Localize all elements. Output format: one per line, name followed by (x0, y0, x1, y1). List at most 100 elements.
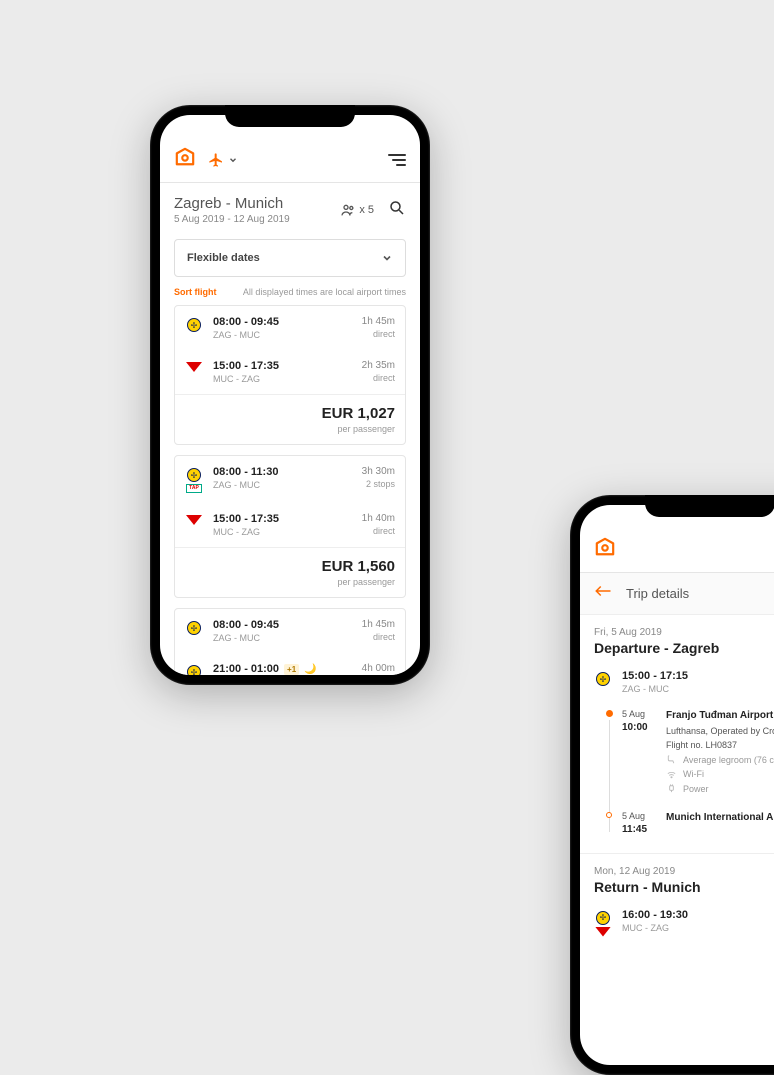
operator: Lufthansa, Operated by Croatia Ai (666, 724, 774, 738)
return-title: Return - Munich (594, 879, 774, 895)
app-bar (580, 527, 774, 573)
flight-leg: ✢ 08:00 - 09:45 ZAG - MUC 1h 45m direct (175, 609, 405, 653)
price-row: EUR 1,027 per passenger (175, 394, 405, 444)
airplane-icon (208, 152, 224, 168)
leg-stops: direct (362, 526, 395, 536)
return-date: Mon, 12 Aug 2019 (594, 866, 774, 877)
amenity-power: Power (666, 782, 774, 796)
leg-route: ZAG - MUC (622, 684, 774, 694)
lufthansa-icon: ✢ (596, 672, 610, 686)
sort-row: Sort flight All displayed times are loca… (160, 287, 420, 305)
chevron-down-icon (228, 155, 238, 165)
flight-result-card[interactable]: ✢ 08:00 - 09:45 ZAG - MUC 1h 45m direct … (174, 608, 406, 675)
airport-name: Franjo Tuđman Airport Zagre (666, 708, 774, 724)
menu-icon[interactable] (388, 154, 406, 166)
timeline-end-dot-icon (606, 812, 612, 818)
amenity-wifi: Wi-Fi (666, 767, 774, 781)
divider (580, 853, 774, 854)
leg-route: ZAG - MUC (213, 330, 352, 340)
date-range: 5 Aug 2019 - 12 Aug 2019 (174, 214, 326, 225)
swiss-icon (595, 927, 611, 937)
segment-date: 5 Aug (622, 810, 656, 823)
amenity-legroom: Average legroom (76 cm) (666, 753, 774, 767)
leg-route: MUC - ZAG (213, 527, 352, 537)
lufthansa-icon: ✢ (187, 665, 201, 675)
app-logo-icon[interactable] (174, 147, 196, 172)
price: EUR 1,027 (185, 405, 395, 422)
leg-stops: direct (362, 373, 395, 383)
page-header: Trip details (580, 573, 774, 615)
flexible-dates-dropdown[interactable]: Flexible dates (174, 239, 406, 277)
overnight-icon: 🌙 (304, 664, 316, 675)
price: EUR 1,560 (185, 558, 395, 575)
leg-stops: 2 stops (362, 479, 395, 489)
summary-leg[interactable]: ✢ 15:00 - 17:15 ZAG - MUC (594, 666, 774, 704)
results-list: ✢ 08:00 - 09:45 ZAG - MUC 1h 45m direct … (160, 305, 420, 675)
timeline-start-dot-icon (606, 710, 613, 717)
seat-icon (666, 754, 677, 765)
leg-duration: 2h 35m (362, 360, 395, 371)
flight-leg: ✢ TAP 08:00 - 11:30 ZAG - MUC 3h 30m 2 s… (175, 456, 405, 503)
search-icon[interactable] (388, 199, 406, 222)
leg-route: MUC - ZAG (213, 374, 352, 384)
segment-time: 10:00 (622, 721, 656, 735)
segment-date: 5 Aug (622, 708, 656, 721)
flight-result-card[interactable]: ✢ 08:00 - 09:45 ZAG - MUC 1h 45m direct … (174, 305, 406, 445)
leg-duration: 3h 30m (362, 466, 395, 477)
trip-details-body: Fri, 5 Aug 2019 Departure - Zagreb ✢ 15:… (580, 615, 774, 959)
leg-duration: 1h 45m (362, 316, 395, 327)
leg-duration: 4h 00m (362, 663, 395, 674)
flight-leg: 15:00 - 17:35 MUC - ZAG 1h 40m direct (175, 503, 405, 547)
power-icon (666, 783, 677, 794)
phone-notch (645, 495, 774, 517)
sort-flight-link[interactable]: Sort flight (174, 287, 217, 297)
swiss-icon (186, 362, 202, 372)
summary-leg[interactable]: ✢ 16:00 - 19:30 MUC - ZAG (594, 905, 774, 947)
flight-result-card[interactable]: ✢ TAP 08:00 - 11:30 ZAG - MUC 3h 30m 2 s… (174, 455, 406, 598)
screen: Zagreb - Munich 5 Aug 2019 - 12 Aug 2019… (160, 115, 420, 675)
local-times-note: All displayed times are local airport ti… (243, 287, 406, 297)
page-title: Trip details (626, 586, 774, 601)
flight-leg: 15:00 - 17:35 MUC - ZAG 2h 35m direct (175, 350, 405, 394)
price-row: EUR 1,560 per passenger (175, 547, 405, 597)
phone-trip-details: Trip details Fri, 5 Aug 2019 Departure -… (570, 495, 774, 1075)
back-arrow-icon[interactable] (594, 584, 612, 603)
swiss-icon (186, 515, 202, 525)
passenger-count-label: x 5 (359, 204, 374, 216)
leg-route: ZAG - MUC (213, 480, 352, 490)
tap-icon: TAP (186, 484, 202, 493)
passengers-icon (340, 202, 356, 218)
flight-leg: ✢ 21:00 - 01:00 +1 🌙 MUC - ZAG 4h 00m (175, 653, 405, 675)
app-logo-icon[interactable] (594, 537, 616, 562)
wifi-icon (666, 769, 677, 780)
leg-stops: direct (362, 329, 395, 339)
lufthansa-icon: ✢ (187, 468, 201, 482)
route-title: Zagreb - Munich (174, 195, 326, 212)
passenger-count[interactable]: x 5 (340, 202, 374, 218)
day-offset-badge: +1 (284, 664, 299, 675)
airport-name: Munich International Airport, (666, 810, 774, 826)
app-bar (160, 137, 420, 183)
flight-timeline: 5 Aug 10:00 Franjo Tuđman Airport Zagre … (594, 704, 774, 841)
lufthansa-icon: ✢ (596, 911, 610, 925)
leg-times: 08:00 - 09:45 (213, 316, 352, 328)
leg-times: 08:00 - 09:45 (213, 619, 352, 631)
price-sublabel: per passenger (185, 424, 395, 434)
leg-route: MUC - ZAG (622, 923, 774, 933)
leg-times: 15:00 - 17:35 (213, 513, 352, 525)
flight-number: Flight no. LH0837 (666, 738, 774, 752)
lufthansa-icon: ✢ (187, 621, 201, 635)
phone-notch (225, 105, 355, 127)
leg-times: 15:00 - 17:35 (213, 360, 352, 372)
leg-stops: direct (362, 632, 395, 642)
leg-duration: 1h 40m (362, 513, 395, 524)
flexible-dates-label: Flexible dates (187, 252, 260, 264)
travel-type-selector[interactable] (208, 152, 238, 168)
leg-times: 15:00 - 17:15 (622, 670, 774, 682)
chevron-down-icon (381, 252, 393, 264)
leg-times: 21:00 - 01:00 +1 🌙 (213, 663, 352, 675)
price-sublabel: per passenger (185, 577, 395, 587)
leg-route: ZAG - MUC (213, 633, 352, 643)
flight-leg: ✢ 08:00 - 09:45 ZAG - MUC 1h 45m direct (175, 306, 405, 350)
segment-time: 11:45 (622, 823, 656, 837)
